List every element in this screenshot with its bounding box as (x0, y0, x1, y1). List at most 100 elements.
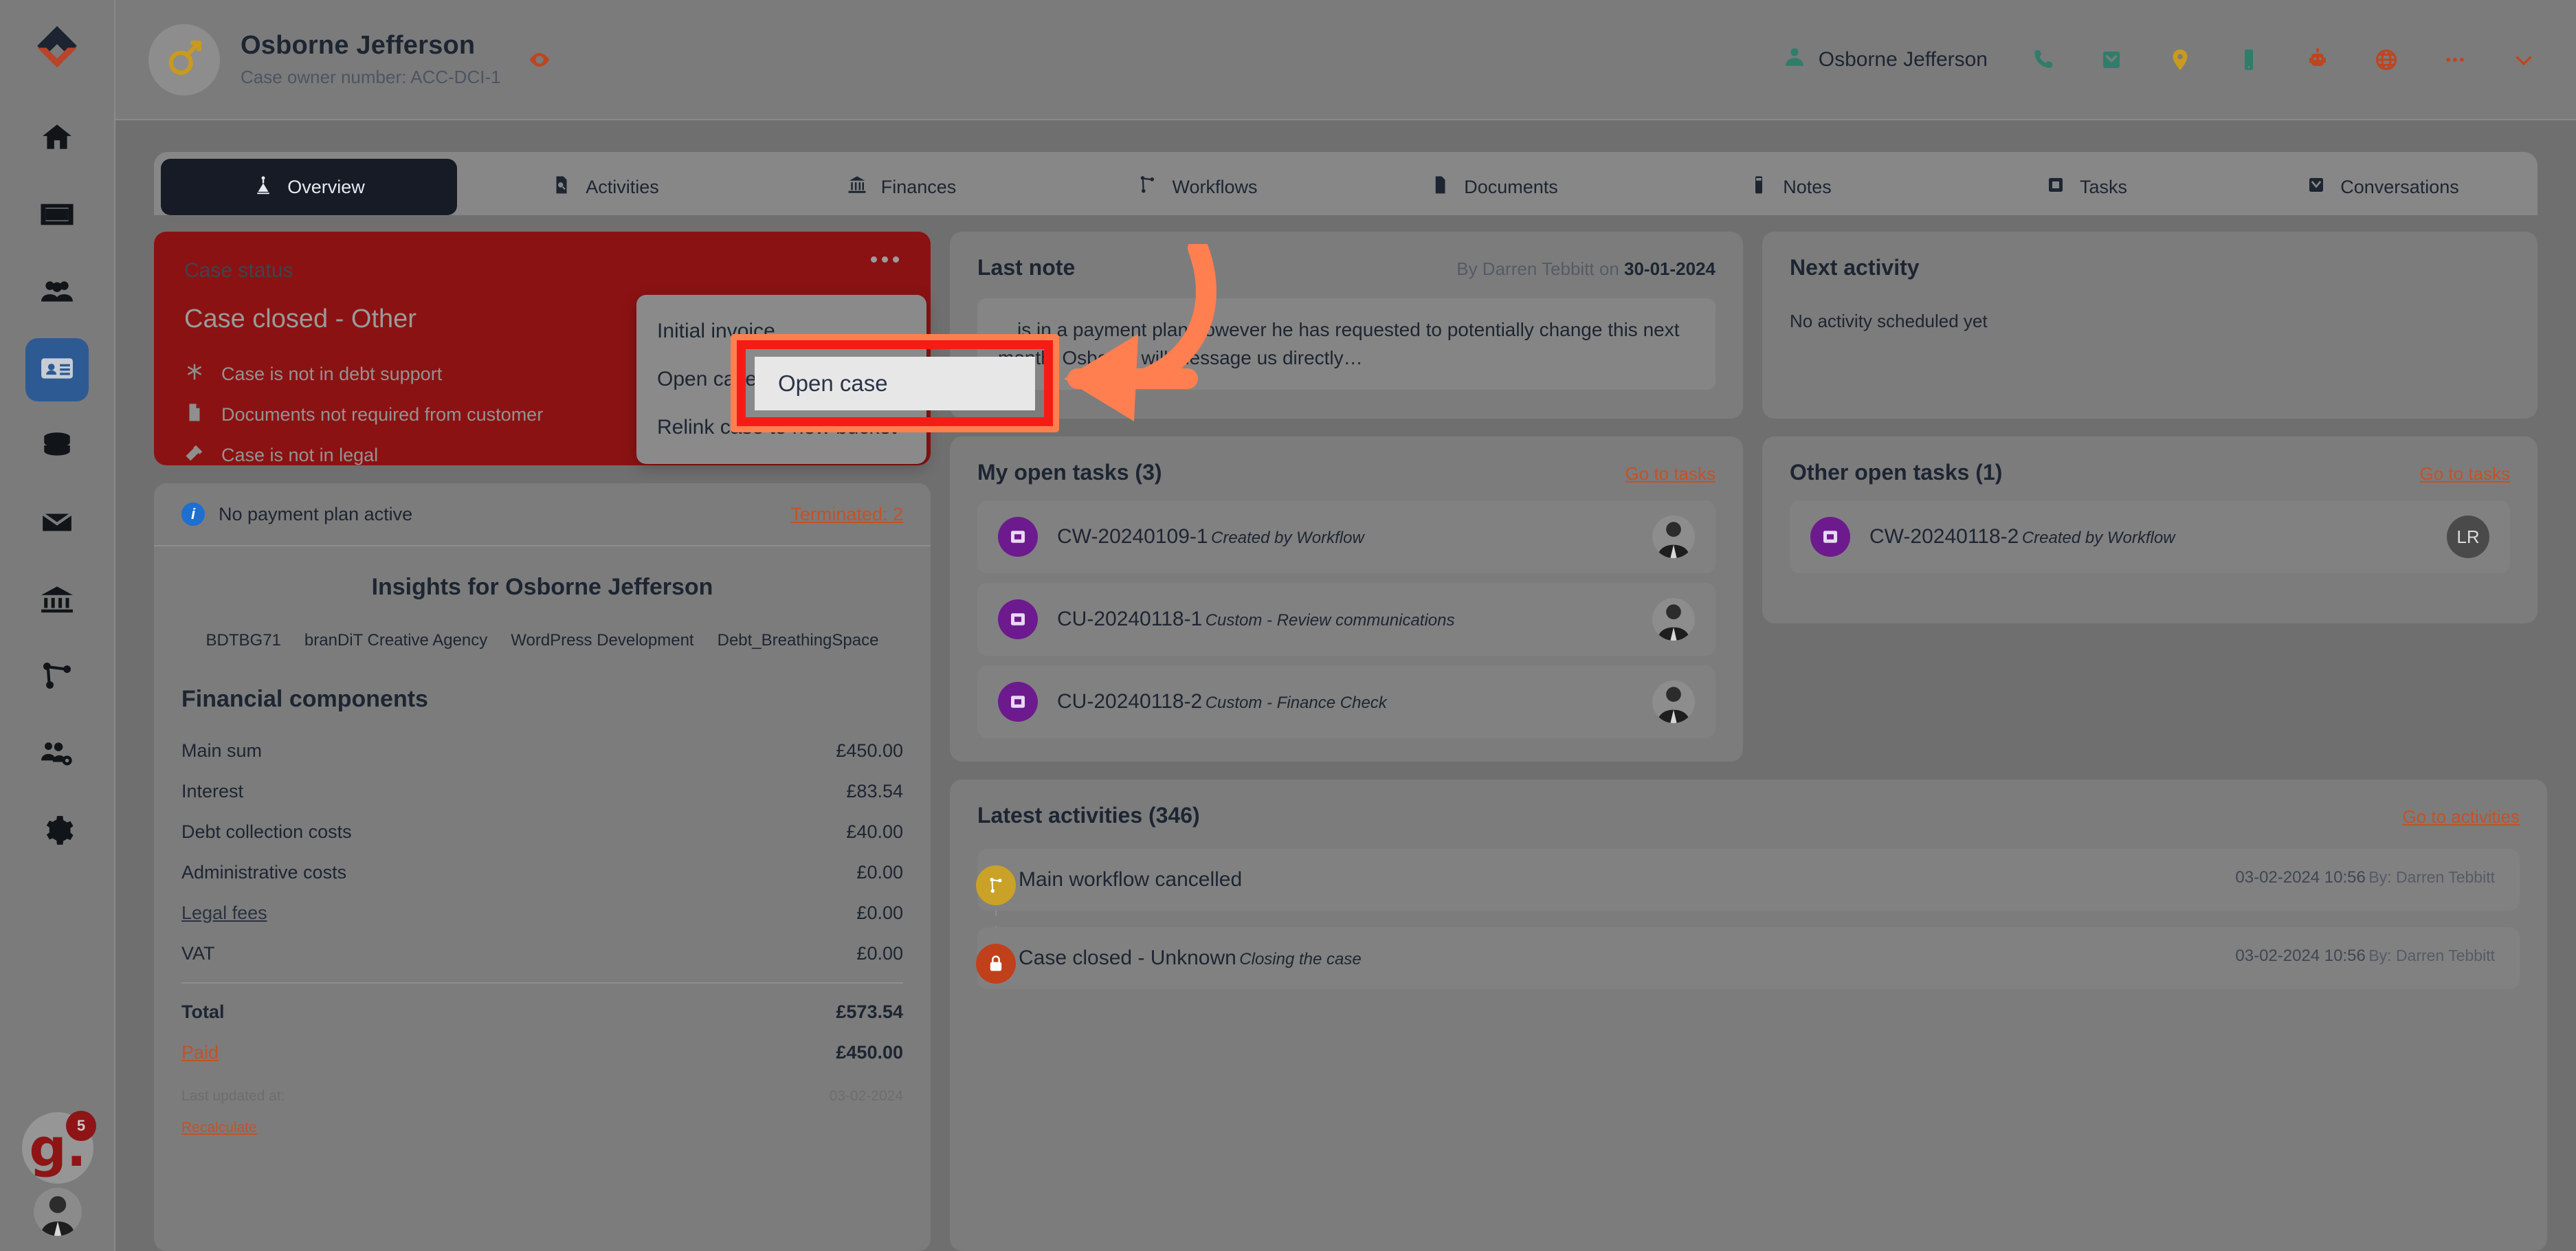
avatar (1652, 680, 1695, 723)
avatar-initials: LR (2447, 516, 2489, 558)
robot-icon[interactable] (2304, 46, 2331, 74)
workflow-icon (40, 659, 74, 697)
last-note-date: 30-01-2024 (1624, 258, 1716, 279)
eye-icon[interactable] (526, 46, 553, 74)
current-user-avatar[interactable] (34, 1188, 82, 1236)
tab-label: Tasks (2079, 176, 2128, 197)
tab-label: Conversations (2340, 176, 2459, 197)
task-text: CU-20240118-1 Custom - Review communicat… (1057, 608, 1454, 631)
row-label: Main sum (181, 740, 263, 761)
tab-activities[interactable]: Activities (457, 159, 753, 215)
task-sub: Custom - Review communications (1205, 611, 1455, 630)
sidebar-item-home[interactable] (25, 107, 89, 170)
tag[interactable]: WordPress Development (511, 631, 693, 650)
tab-conversations[interactable]: Conversations (2234, 159, 2531, 215)
total-label: Total (181, 1001, 225, 1022)
ellipsis-icon[interactable] (2441, 46, 2469, 74)
other-open-tasks-card: Other open tasks (1) Go to tasks CW-2024… (1762, 436, 2538, 623)
tab-documents[interactable]: Documents (1346, 159, 1642, 215)
legal-fees-link[interactable]: Legal fees (181, 903, 267, 924)
list-item[interactable]: CW-20240118-2 Created by Workflow LR (1790, 500, 2510, 573)
map-pin-icon[interactable] (2166, 46, 2194, 74)
envelope-icon[interactable] (2098, 46, 2125, 74)
task-sub: Created by Workflow (1211, 529, 1364, 547)
task-id: CU-20240118-1 (1057, 608, 1203, 630)
people-icon (40, 274, 74, 312)
go-to-tasks-link[interactable]: Go to tasks (1625, 463, 1716, 485)
sidebar-item-contacts[interactable] (25, 338, 89, 401)
financial-components-table: Main sum £450.00 Interest £83.54 Debt co… (181, 731, 903, 1136)
sidebar-item-bank[interactable] (25, 569, 89, 632)
tag[interactable]: Debt_BreathingSpace (718, 631, 879, 650)
page-header: Osborne Jefferson Case owner number: ACC… (115, 0, 2576, 120)
other-open-tasks-header: Other open tasks (1) Go to tasks (1790, 460, 2510, 485)
row-label: Debt collection costs (181, 821, 352, 842)
row-value: £83.54 (846, 781, 903, 801)
activity-text: Case closed - Unknown Closing the case (1019, 946, 1362, 970)
tasks-icon (2045, 175, 2066, 200)
notification-badge[interactable]: g. 5 (22, 1111, 96, 1184)
sidebar-item-settings[interactable] (25, 800, 89, 863)
chevron-down-icon[interactable] (2510, 46, 2538, 74)
tab-overview[interactable]: Overview (161, 159, 457, 215)
account-user[interactable]: Osborne Jefferson (1783, 45, 1988, 74)
sidebar-item-mail[interactable] (25, 492, 89, 555)
tab-label: Activities (586, 176, 659, 197)
lock-icon (976, 944, 1016, 984)
tag[interactable]: BDTBG71 (206, 631, 281, 650)
sidebar-item-workflows[interactable] (25, 646, 89, 709)
paid-link[interactable]: Paid (181, 1042, 219, 1063)
asterisk-icon (184, 362, 205, 387)
list-item[interactable]: Case closed - Unknown Closing the case 0… (976, 927, 2520, 989)
mobile-icon[interactable] (2235, 46, 2263, 74)
status-flag-label: Case is not in legal (221, 445, 379, 465)
highlighted-menu-item-open-case[interactable]: Open case (755, 356, 1035, 410)
terminated-link[interactable]: Terminated: 2 (790, 504, 903, 525)
recalculate-link[interactable]: Recalculate (181, 1120, 903, 1136)
database-icon (40, 428, 74, 466)
list-item[interactable]: CW-20240109-1 Created by Workflow (977, 500, 1716, 573)
my-open-tasks-header: My open tasks (3) Go to tasks (977, 460, 1716, 485)
sidebar-item-database[interactable] (25, 415, 89, 478)
row-value: £450.00 (836, 740, 903, 761)
tab-bar: Overview Activities Finances Workflows D… (154, 152, 2538, 215)
sidebar-item-people[interactable] (25, 261, 89, 324)
activity-date: 03-02-2024 10:56 (2235, 868, 2366, 887)
task-icon (998, 682, 1038, 722)
activity-sub: Closing the case (1239, 950, 1362, 968)
tag[interactable]: branDiT Creative Agency (304, 631, 487, 650)
activity-meta: 03-02-2024 10:56 By: Darren Tebbitt (2235, 868, 2495, 887)
go-to-tasks-link[interactable]: Go to tasks (2420, 463, 2511, 485)
brand-logo[interactable] (28, 21, 86, 78)
next-activity-card: Next activity No activity scheduled yet (1762, 232, 2538, 419)
phone-icon[interactable] (2029, 46, 2056, 74)
avatar (1652, 598, 1695, 641)
male-icon (164, 38, 204, 81)
document-icon (184, 402, 205, 428)
last-note-meta: By Darren Tebbitt on 30-01-2024 (1456, 258, 1716, 280)
table-row: Interest £83.54 (181, 771, 903, 812)
task-text: CW-20240109-1 Created by Workflow (1057, 525, 1364, 549)
activity-text: Main workflow cancelled (1019, 868, 1242, 892)
other-open-tasks-list: CW-20240118-2 Created by Workflow LR (1790, 500, 2510, 573)
last-note-author: By Darren Tebbitt on (1456, 258, 1624, 279)
row-value: £40.00 (846, 821, 903, 842)
list-item[interactable]: CU-20240118-2 Custom - Finance Check (977, 665, 1716, 738)
tab-notes[interactable]: Notes (1642, 159, 1938, 215)
row-label: Administrative costs (181, 862, 347, 883)
globe-icon[interactable] (2373, 46, 2400, 74)
ellipsis-icon[interactable] (871, 256, 899, 263)
rail-footer: g. 5 (0, 1111, 115, 1236)
tab-workflows[interactable]: Workflows (1050, 159, 1346, 215)
table-row: VAT £0.00 (181, 933, 903, 974)
list-item[interactable]: CU-20240118-1 Custom - Review communicat… (977, 583, 1716, 656)
customer-avatar (148, 23, 220, 96)
right-column: Next activity No activity scheduled yet … (1762, 232, 2538, 1251)
sidebar-item-team-settings[interactable] (25, 723, 89, 786)
tab-finances[interactable]: Finances (753, 159, 1050, 215)
paid-row: Paid £450.00 (181, 1032, 903, 1073)
divider (181, 982, 903, 984)
tab-tasks[interactable]: Tasks (1938, 159, 2234, 215)
list-item[interactable]: Main workflow cancelled 03-02-2024 10:56… (976, 849, 2520, 911)
sidebar-item-cards[interactable] (25, 184, 89, 247)
